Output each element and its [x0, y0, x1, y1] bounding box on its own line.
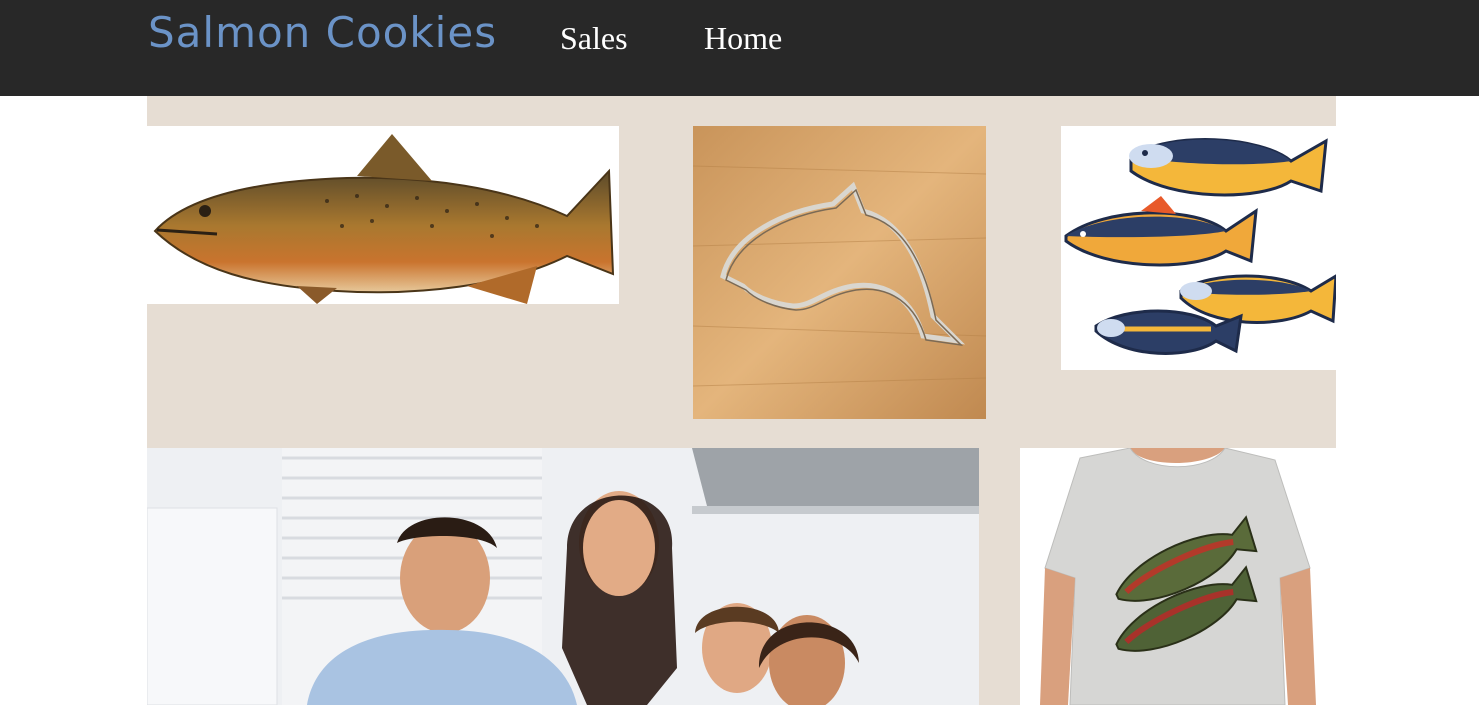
site-header: Salmon Cookies Sales Home [0, 0, 1479, 96]
fish-cookie-cutter-image [693, 126, 986, 419]
nav-home-link[interactable]: Home [704, 20, 782, 57]
salmon-tshirt-image [1020, 448, 1336, 705]
painted-fish-image [1061, 126, 1336, 370]
gallery-gap [979, 448, 1020, 705]
brand-logo-link[interactable]: Salmon Cookies [148, 8, 497, 57]
nav-sales-link[interactable]: Sales [560, 20, 628, 57]
salmon-illustration-image [147, 126, 619, 304]
family-photo-image [147, 448, 979, 705]
